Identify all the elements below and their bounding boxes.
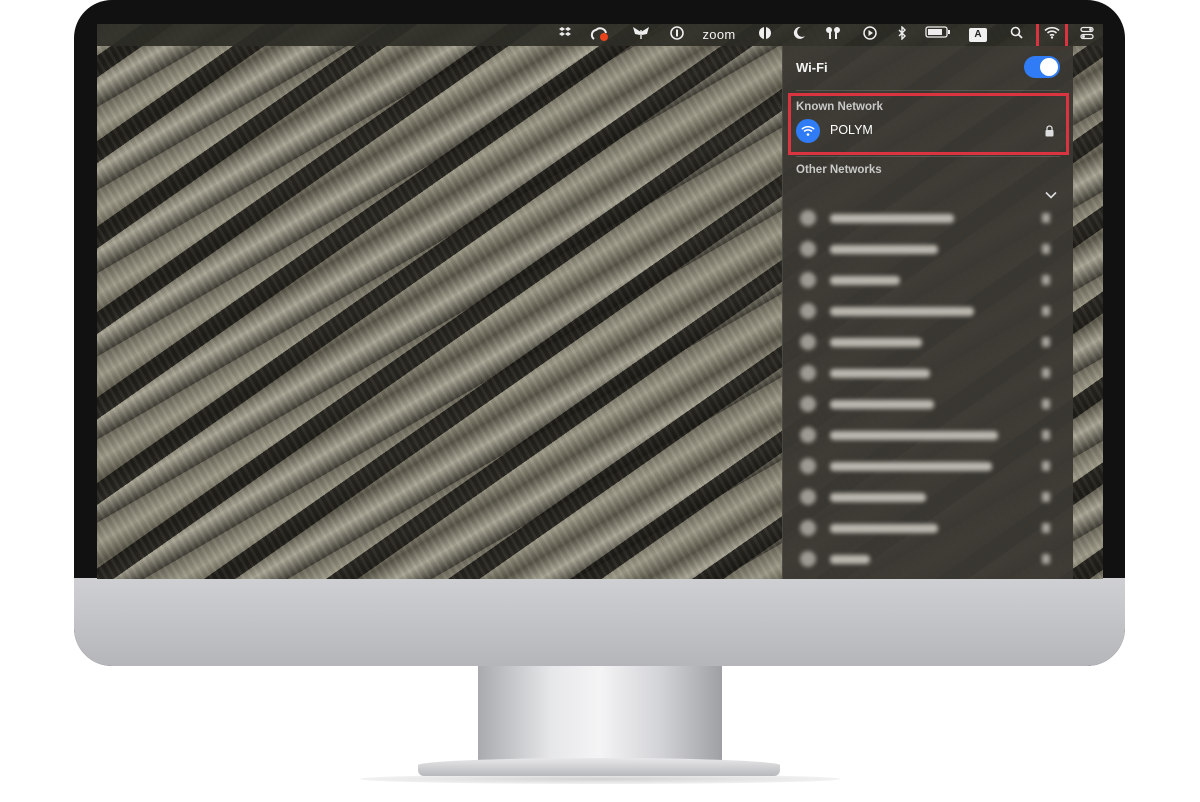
creative-cloud-icon[interactable] bbox=[589, 26, 611, 44]
dropbox-icon[interactable] bbox=[555, 26, 575, 44]
do-not-disturb-moon-icon[interactable] bbox=[789, 26, 809, 44]
cloudflare-icon[interactable] bbox=[755, 26, 775, 44]
wifi-icon bbox=[800, 489, 816, 505]
other-network-row[interactable] bbox=[796, 205, 1060, 231]
wifi-icon bbox=[800, 241, 816, 257]
control-center-icon[interactable] bbox=[1077, 26, 1097, 44]
network-name-blurred bbox=[830, 276, 900, 285]
toggle-knob bbox=[1040, 58, 1058, 76]
menu-bar: zoom A bbox=[97, 24, 1103, 46]
lock-icon bbox=[1042, 399, 1050, 409]
battery-icon[interactable] bbox=[923, 26, 953, 44]
network-name-blurred bbox=[830, 369, 930, 378]
lock-icon bbox=[1042, 337, 1050, 347]
screen: zoom A Wi-Fi Known Network POLYM Other N… bbox=[97, 24, 1103, 579]
monitor: zoom A Wi-Fi Known Network POLYM Other N… bbox=[74, 0, 1125, 666]
butterfly-icon[interactable] bbox=[630, 26, 652, 44]
search-icon[interactable] bbox=[1007, 26, 1025, 44]
network-name-blurred bbox=[830, 400, 934, 409]
input-source-icon[interactable]: A bbox=[969, 28, 987, 42]
network-name-blurred bbox=[830, 462, 992, 471]
wifi-panel-title: Wi-Fi bbox=[796, 60, 828, 75]
other-network-row[interactable] bbox=[796, 453, 1060, 479]
other-network-row[interactable] bbox=[796, 360, 1060, 386]
wifi-icon bbox=[800, 303, 816, 319]
other-network-row[interactable] bbox=[796, 574, 1060, 579]
network-name-blurred bbox=[830, 431, 998, 440]
other-network-row[interactable] bbox=[796, 422, 1060, 448]
network-name-blurred bbox=[830, 524, 938, 533]
wifi-icon bbox=[800, 210, 816, 226]
bluetooth-icon[interactable] bbox=[893, 26, 911, 44]
other-network-row[interactable] bbox=[796, 391, 1060, 417]
one-password-icon[interactable] bbox=[667, 26, 687, 44]
lock-icon bbox=[1042, 554, 1050, 564]
monitor-chin bbox=[74, 578, 1125, 666]
other-network-row[interactable] bbox=[796, 298, 1060, 324]
other-network-row[interactable] bbox=[796, 329, 1060, 355]
lock-icon bbox=[1042, 306, 1050, 316]
wifi-icon bbox=[800, 365, 816, 381]
network-name-blurred bbox=[830, 338, 922, 347]
network-name-blurred bbox=[830, 245, 938, 254]
other-network-row[interactable] bbox=[796, 267, 1060, 293]
lock-icon bbox=[1042, 430, 1050, 440]
network-name-blurred bbox=[830, 493, 926, 502]
network-name-blurred bbox=[830, 214, 954, 223]
lock-icon bbox=[1042, 213, 1050, 223]
monitor-foot bbox=[418, 758, 780, 776]
network-name-blurred bbox=[830, 555, 870, 564]
lock-icon bbox=[1042, 275, 1050, 285]
other-network-row[interactable] bbox=[796, 546, 1060, 572]
monitor-stand bbox=[478, 666, 722, 763]
other-networks-label: Other Networks bbox=[796, 164, 882, 176]
wifi-icon bbox=[800, 396, 816, 412]
play-icon[interactable] bbox=[860, 26, 880, 44]
lock-icon bbox=[1042, 461, 1050, 471]
divider bbox=[796, 90, 1060, 91]
network-name-blurred bbox=[830, 307, 974, 316]
zoom-icon[interactable]: zoom bbox=[697, 26, 741, 44]
chevron-down-icon[interactable] bbox=[1045, 186, 1057, 204]
wifi-icon bbox=[800, 427, 816, 443]
wifi-icon bbox=[800, 334, 816, 350]
wifi-toggle[interactable] bbox=[1024, 56, 1060, 78]
lock-icon bbox=[1042, 492, 1050, 502]
lock-icon bbox=[1042, 523, 1050, 533]
other-network-row[interactable] bbox=[796, 515, 1060, 541]
known-network-highlight bbox=[788, 93, 1069, 155]
wifi-icon bbox=[800, 520, 816, 536]
wifi-icon bbox=[800, 458, 816, 474]
divider bbox=[796, 156, 1060, 157]
lock-icon bbox=[1042, 368, 1050, 378]
airpods-icon[interactable] bbox=[822, 26, 844, 44]
lock-icon bbox=[1042, 244, 1050, 254]
other-network-row[interactable] bbox=[796, 484, 1060, 510]
other-network-row[interactable] bbox=[796, 236, 1060, 262]
wifi-icon bbox=[800, 272, 816, 288]
wifi-icon bbox=[800, 551, 816, 567]
